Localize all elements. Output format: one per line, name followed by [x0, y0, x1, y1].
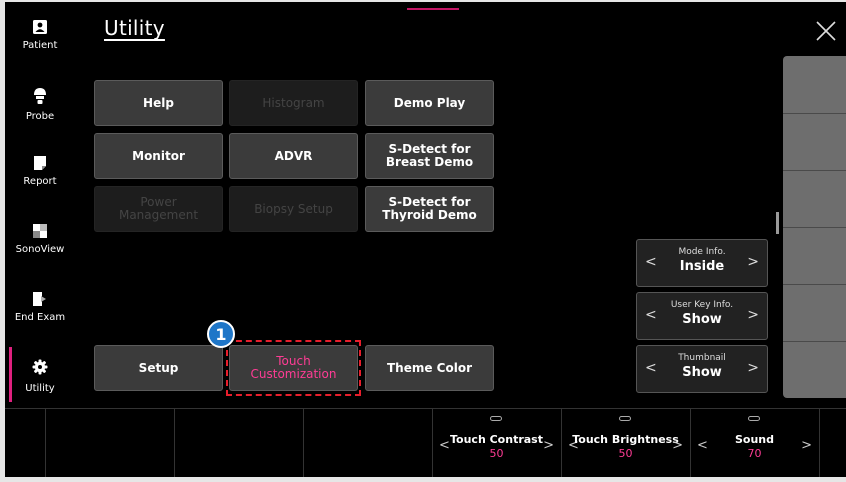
sound-knob[interactable]: < Sound 70 >: [691, 410, 818, 476]
knob-pill-icon: [748, 416, 760, 421]
chevron-right-icon[interactable]: >: [801, 438, 812, 453]
sidebar-item-sonoview[interactable]: SonoView: [5, 216, 75, 278]
sidebar-item-report[interactable]: Report: [5, 148, 75, 210]
s-detect-breast-demo-button[interactable]: S-Detect for Breast Demo: [365, 133, 494, 179]
chevron-right-icon[interactable]: >: [747, 360, 759, 376]
sidebar-item-label: SonoView: [15, 244, 65, 255]
biopsy-setup-button: Biopsy Setup: [229, 186, 358, 232]
help-button[interactable]: Help: [94, 80, 223, 126]
chevron-right-icon[interactable]: >: [543, 438, 554, 453]
mode-info-selector[interactable]: < Mode Info. Inside >: [636, 239, 768, 287]
sidebar-item-label: Utility: [25, 383, 55, 394]
monitor-button[interactable]: Monitor: [94, 133, 223, 179]
chevron-right-icon[interactable]: >: [747, 254, 759, 270]
sidebar-item-end-exam[interactable]: End Exam: [5, 284, 75, 346]
probe-icon: [34, 88, 46, 104]
knob-label: Touch Contrast: [450, 433, 543, 446]
thumbnail-selector[interactable]: < Thumbnail Show >: [636, 345, 768, 393]
bottom-divider: [45, 408, 46, 477]
sonoview-icon: [33, 224, 47, 238]
gear-icon: [32, 359, 48, 375]
touch-brightness-knob[interactable]: < Touch Brightness 50 >: [562, 410, 689, 476]
sidebar-item-label: Probe: [25, 111, 55, 122]
report-icon: [34, 156, 46, 170]
chevron-right-icon[interactable]: >: [747, 307, 759, 323]
sidebar-item-label: Patient: [22, 40, 58, 51]
end-exam-icon: [33, 292, 46, 306]
highlight-callout-box: [226, 340, 361, 396]
knob-label: Sound: [734, 433, 774, 446]
sidebar-item-label: End Exam: [14, 312, 66, 323]
s-detect-thyroid-demo-button[interactable]: S-Detect for Thyroid Demo: [365, 186, 494, 232]
knob-label: Touch Brightness: [572, 433, 679, 446]
panel-divider: [783, 227, 846, 228]
bottom-divider: [819, 408, 820, 477]
setup-button[interactable]: Setup: [94, 345, 223, 391]
touch-contrast-knob[interactable]: < Touch Contrast 50 >: [433, 410, 560, 476]
sidebar-item-utility[interactable]: Utility: [5, 352, 75, 414]
utility-screen: Patient Probe Report SonoView End Exam U…: [5, 2, 846, 477]
sidebar-item-probe[interactable]: Probe: [5, 80, 75, 142]
panel-divider: [783, 341, 846, 342]
callout-badge: 1: [207, 320, 235, 348]
histogram-button: Histogram: [229, 80, 358, 126]
bottom-divider: [174, 408, 175, 477]
panel-divider: [783, 284, 846, 285]
sidebar-item-patient[interactable]: Patient: [5, 12, 75, 74]
sidebar-item-label: Report: [23, 176, 57, 187]
chevron-right-icon[interactable]: >: [672, 438, 683, 453]
knob-value: 70: [747, 447, 762, 460]
power-management-button: Power Management: [94, 186, 223, 232]
page-title: Utility: [104, 16, 165, 40]
knob-pill-icon: [490, 416, 502, 421]
user-key-info-selector[interactable]: < User Key Info. Show >: [636, 292, 768, 340]
knob-pill-icon: [619, 416, 631, 421]
demo-play-button[interactable]: Demo Play: [365, 80, 494, 126]
top-accent-bar: [407, 8, 459, 10]
knob-value: 50: [489, 447, 504, 460]
panel-divider: [783, 170, 846, 171]
bottom-divider: [303, 408, 304, 477]
close-icon[interactable]: [815, 20, 837, 42]
scroll-indicator[interactable]: [776, 212, 779, 234]
theme-color-button[interactable]: Theme Color: [365, 345, 494, 391]
knob-value: 50: [618, 447, 633, 460]
patient-icon: [33, 20, 47, 34]
panel-divider: [783, 113, 846, 114]
advr-button[interactable]: ADVR: [229, 133, 358, 179]
